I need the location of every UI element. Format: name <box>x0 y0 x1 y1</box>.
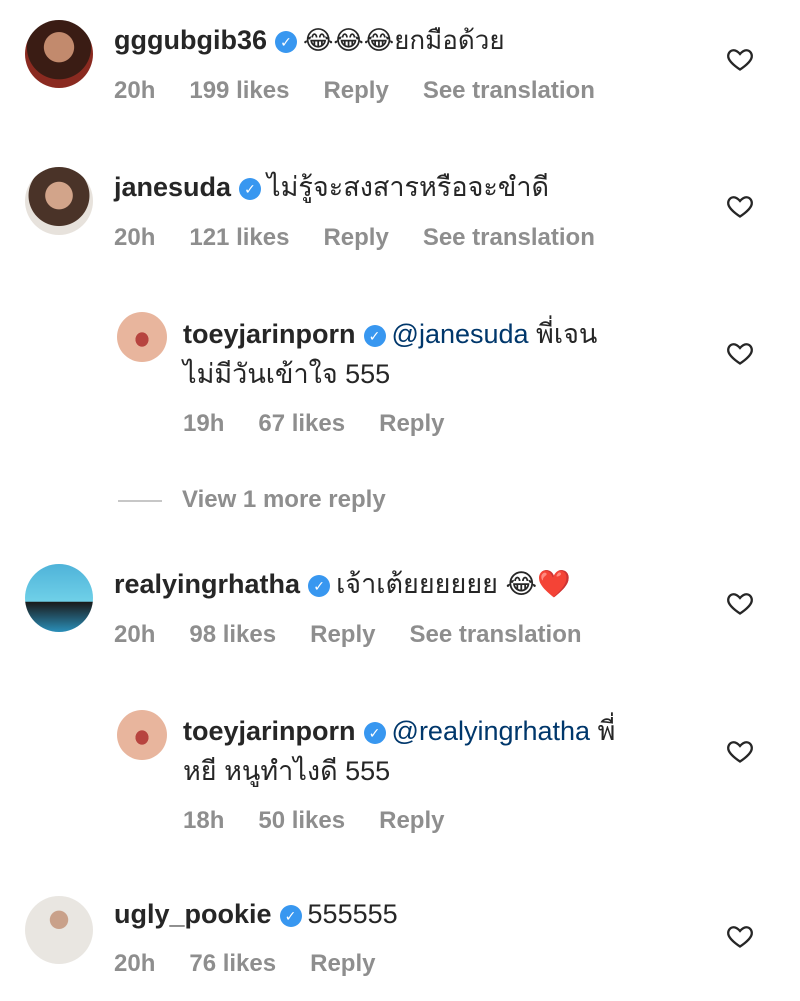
view-more-label: View 1 more reply <box>182 486 386 513</box>
reply-button[interactable]: Reply <box>310 950 375 978</box>
likes-count[interactable]: 199 likes <box>189 77 289 105</box>
comment-meta: 20h 121 likes Reply See translation <box>114 224 629 252</box>
reply-button[interactable]: Reply <box>310 621 375 649</box>
see-translation-link[interactable]: See translation <box>423 77 595 105</box>
comment-body: realyingrhatha ✓ เจ้าเต้ยยยยยย 😂❤️ <box>114 564 571 604</box>
avatar[interactable] <box>25 167 93 235</box>
verified-badge-icon: ✓ <box>239 178 262 200</box>
comment-text: 555555 <box>307 899 398 929</box>
comment-text: พี่เจน <box>528 319 598 349</box>
username[interactable]: janesuda <box>114 172 231 202</box>
reply-button[interactable]: Reply <box>379 807 444 835</box>
heart-outline-icon[interactable] <box>726 339 754 367</box>
comment-meta: 20h 76 likes Reply <box>114 950 409 978</box>
heart-outline-icon[interactable] <box>726 922 754 950</box>
divider-line <box>118 499 162 502</box>
mention-link[interactable]: @realyingrhatha <box>392 716 591 746</box>
comment-text-continued: ไม่มีวันเข้าใจ 555 <box>183 359 391 389</box>
timestamp: 20h <box>114 77 156 104</box>
comment-body: janesuda ✓ ไม่รู้จะสงสารหรือจะขำดี <box>114 167 549 207</box>
timestamp: 18h <box>183 807 225 834</box>
timestamp: 20h <box>114 950 156 977</box>
reply-button[interactable]: Reply <box>323 224 388 252</box>
likes-count[interactable]: 67 likes <box>258 410 345 438</box>
timestamp: 19h <box>183 410 225 437</box>
likes-count[interactable]: 76 likes <box>189 950 276 978</box>
username[interactable]: toeyjarinporn <box>183 319 356 349</box>
heart-outline-icon[interactable] <box>726 45 754 73</box>
reply-button[interactable]: Reply <box>323 77 388 105</box>
view-more-replies-button[interactable]: View 1 more reply <box>118 486 386 514</box>
mention-link[interactable]: @janesuda <box>392 319 529 349</box>
comment-text: เจ้าเต้ยยยยยย 😂❤️ <box>336 569 571 599</box>
avatar[interactable] <box>117 710 167 760</box>
likes-count[interactable]: 98 likes <box>189 621 276 649</box>
comment-body: toeyjarinporn ✓ @janesuda พี่เจน <box>183 314 597 354</box>
verified-badge-icon: ✓ <box>363 722 386 744</box>
verified-badge-icon: ✓ <box>274 31 297 53</box>
comment-text: 😂😂😂ยกมือด้วย <box>302 25 505 55</box>
timestamp: 20h <box>114 224 156 251</box>
comment-text: ไม่รู้จะสงสารหรือจะขำดี <box>267 172 550 202</box>
username[interactable]: ugly_pookie <box>114 899 272 929</box>
comment-text-continued: หยี หนูทำไงดี 555 <box>183 756 391 786</box>
comment-meta: 20h 199 likes Reply See translation <box>114 77 629 105</box>
verified-badge-icon: ✓ <box>279 905 302 927</box>
comment-meta: 20h 98 likes Reply See translation <box>114 621 616 649</box>
likes-count[interactable]: 121 likes <box>189 224 289 252</box>
avatar[interactable] <box>25 20 93 88</box>
timestamp: 20h <box>114 621 156 648</box>
avatar[interactable] <box>25 564 93 632</box>
username[interactable]: toeyjarinporn <box>183 716 356 746</box>
comment-meta: 18h 50 likes Reply <box>183 807 478 835</box>
avatar[interactable] <box>117 312 167 362</box>
comment-body: ugly_pookie ✓ 555555 <box>114 894 398 934</box>
heart-outline-icon[interactable] <box>726 737 754 765</box>
verified-badge-icon: ✓ <box>308 575 331 597</box>
comment-meta: 19h 67 likes Reply <box>183 410 478 438</box>
verified-badge-icon: ✓ <box>363 325 386 347</box>
heart-outline-icon[interactable] <box>726 589 754 617</box>
reply-button[interactable]: Reply <box>379 410 444 438</box>
comment-body: toeyjarinporn ✓ @realyingrhatha พี่ <box>183 711 615 751</box>
username[interactable]: gggubgib36 <box>114 25 267 55</box>
avatar[interactable] <box>25 896 93 964</box>
comment-body: gggubgib36 ✓ 😂😂😂ยกมือด้วย <box>114 20 505 60</box>
username[interactable]: realyingrhatha <box>114 569 300 599</box>
see-translation-link[interactable]: See translation <box>409 621 581 649</box>
comment-text: พี่ <box>590 716 616 746</box>
likes-count[interactable]: 50 likes <box>258 807 345 835</box>
see-translation-link[interactable]: See translation <box>423 224 595 252</box>
heart-outline-icon[interactable] <box>726 192 754 220</box>
